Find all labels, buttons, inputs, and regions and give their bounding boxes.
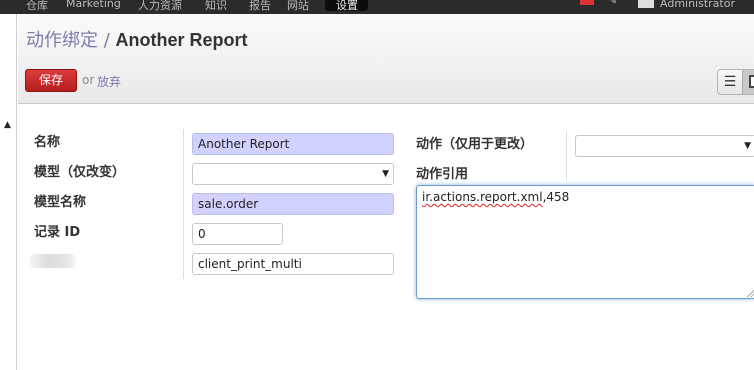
save-button[interactable]: 保存: [25, 69, 77, 92]
top-menu-bar: 仓库 Marketing 人力资源 知识 报告 网站 设置 ✎ Administ…: [0, 0, 754, 14]
action-reference-textarea[interactable]: ir.actions.report.xml,458: [416, 185, 754, 299]
form-view-icon[interactable]: [742, 70, 754, 94]
action-reference-id: ,458: [542, 190, 570, 204]
control-panel: 动作绑定 / Another Report 保存 or 放弃 ☰: [18, 14, 754, 104]
collapse-arrow-icon[interactable]: ▲: [4, 120, 11, 130]
chevron-down-icon: ▼: [744, 141, 751, 151]
menu-item-warehouse[interactable]: 仓库: [26, 0, 48, 13]
model-name-label: 模型名称: [34, 195, 87, 210]
model-name-field[interactable]: sale.order: [192, 193, 394, 215]
action-reference-label: 动作引用: [416, 167, 469, 182]
record-id-field[interactable]: 0: [192, 223, 283, 245]
discard-button[interactable]: 放弃: [97, 73, 121, 90]
model-select[interactable]: ▼: [192, 163, 394, 185]
menu-item-settings-label: 设置: [336, 0, 358, 12]
menu-item-settings[interactable]: 设置: [325, 0, 368, 12]
blurred-label: [30, 254, 76, 268]
view-switcher: ☰: [717, 69, 754, 95]
menu-item-hr[interactable]: 人力资源: [138, 0, 182, 13]
menu-item-marketing[interactable]: Marketing: [66, 0, 121, 10]
name-label: 名称: [34, 135, 61, 150]
resize-handle-icon[interactable]: [746, 289, 754, 297]
page-title: Another Report: [115, 30, 248, 50]
action-separator: [566, 131, 567, 181]
breadcrumb-parent-link[interactable]: 动作绑定: [26, 30, 98, 51]
list-view-icon[interactable]: ☰: [718, 70, 742, 94]
left-sidebar: ▲: [0, 14, 17, 370]
user-menu[interactable]: Administrator: [660, 0, 735, 10]
model-label: 模型（仅改变）: [34, 165, 126, 180]
menu-item-knowledge[interactable]: 知识: [205, 0, 227, 13]
label-separator: [183, 129, 184, 279]
record-id-label: 记录 ID: [34, 225, 81, 240]
action-select[interactable]: ▼: [575, 135, 754, 157]
action-reference-model: ir.actions.report.xml: [422, 190, 543, 204]
avatar[interactable]: [638, 0, 654, 8]
chevron-down-icon: ▼: [382, 169, 389, 179]
menu-item-website[interactable]: 网站: [287, 0, 309, 13]
key2-field[interactable]: client_print_multi: [192, 253, 394, 275]
menu-item-reports[interactable]: 报告: [249, 0, 271, 13]
name-field[interactable]: Another Report: [192, 133, 394, 155]
chat-icon[interactable]: ✎: [609, 0, 617, 7]
or-text: or: [82, 73, 95, 87]
form-sheet: 名称 模型（仅改变） 模型名称 记录 ID Another Report ▼ s…: [18, 104, 754, 370]
breadcrumb: 动作绑定 / Another Report: [26, 26, 248, 52]
action-label: 动作（仅用于更改）: [416, 137, 534, 152]
breadcrumb-separator: /: [98, 30, 116, 51]
notification-icon[interactable]: [580, 0, 594, 5]
